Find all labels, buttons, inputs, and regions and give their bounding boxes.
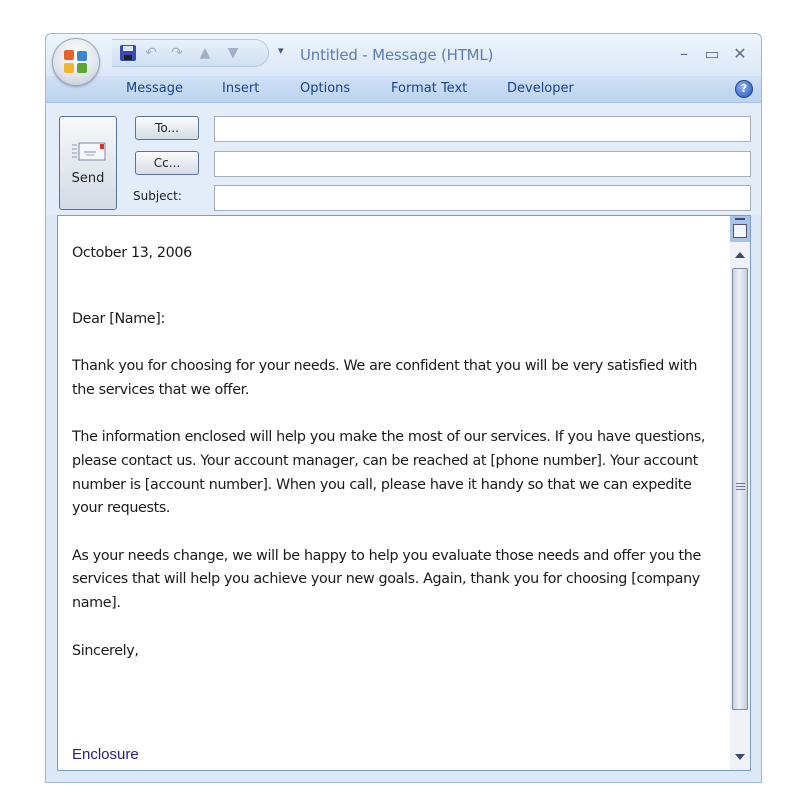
tab-options[interactable]: Options — [300, 81, 350, 96]
quick-access-toolbar: ↶ ↷ ▲ ▼ — [112, 39, 269, 67]
view-ruler-icon — [733, 224, 747, 238]
office-logo-icon — [64, 50, 88, 74]
vertical-scrollbar[interactable] — [730, 216, 750, 770]
tab-developer[interactable]: Developer — [507, 81, 574, 96]
previous-item-icon[interactable]: ▲ — [196, 44, 214, 62]
cc-button[interactable]: Cc... — [135, 151, 199, 175]
letter-paragraph: The information enclosed will help you m… — [72, 429, 706, 517]
letter-paragraph: As your needs change, we will be happy t… — [72, 547, 701, 611]
save-icon[interactable] — [120, 45, 136, 61]
customize-toolbar-icon[interactable]: ▾ — [278, 44, 284, 57]
title-bar: ↶ ↷ ▲ ▼ ▾ Untitled - Message (HTML) – ▭ … — [46, 34, 761, 76]
tab-format-text[interactable]: Format Text — [391, 81, 467, 96]
split-handle-icon — [735, 218, 745, 220]
to-field[interactable] — [214, 116, 751, 142]
message-header: Send To... Cc... Subject: — [46, 103, 761, 215]
letter-enclosure: Enclosure — [72, 746, 139, 763]
letter-date: October 13, 2006 — [72, 245, 192, 261]
next-item-icon[interactable]: ▼ — [224, 44, 242, 62]
to-button[interactable]: To... — [135, 116, 199, 140]
ribbon-tab-bar: Message Insert Options Format Text Devel… — [46, 76, 761, 103]
subject-label: Subject: — [133, 189, 182, 203]
scroll-down-arrow-icon[interactable] — [735, 754, 745, 760]
letter-closing: Sincerely, — [72, 642, 139, 659]
redo-icon[interactable]: ↷ — [168, 44, 186, 62]
message-body-content[interactable]: October 13, 2006 Dear [Name]: Thank you … — [72, 242, 722, 663]
undo-icon[interactable]: ↶ — [142, 44, 160, 62]
envelope-icon — [72, 142, 106, 161]
grip-icon — [736, 483, 745, 491]
outlook-message-window: ↶ ↷ ▲ ▼ ▾ Untitled - Message (HTML) – ▭ … — [45, 33, 762, 783]
close-button[interactable]: ✕ — [729, 44, 751, 63]
office-button[interactable] — [52, 38, 100, 86]
ruler-toggle-button[interactable] — [730, 216, 750, 242]
message-body-editor[interactable]: October 13, 2006 Dear [Name]: Thank you … — [57, 215, 751, 771]
send-button[interactable]: Send — [59, 116, 117, 210]
tab-insert[interactable]: Insert — [222, 81, 259, 96]
help-icon[interactable]: ? — [735, 80, 753, 98]
minimize-button[interactable]: – — [673, 44, 695, 63]
window-title: Untitled - Message (HTML) — [300, 46, 494, 64]
subject-field[interactable] — [214, 185, 751, 211]
send-label: Send — [71, 171, 105, 186]
cc-field[interactable] — [214, 151, 751, 177]
maximize-button[interactable]: ▭ — [701, 44, 723, 63]
scroll-up-arrow-icon[interactable] — [735, 252, 745, 258]
scrollbar-thumb[interactable] — [732, 268, 748, 710]
letter-salutation: Dear [Name]: — [72, 310, 165, 327]
tab-message[interactable]: Message — [126, 81, 183, 96]
letter-paragraph: Thank you for choosing for your needs. W… — [72, 358, 698, 398]
